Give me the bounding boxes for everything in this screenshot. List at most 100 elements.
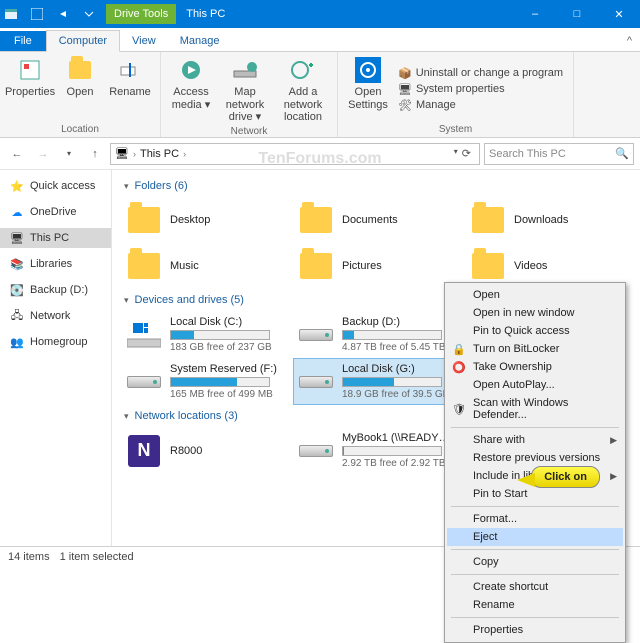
- menu-item-label: Open AutoPlay...: [473, 379, 555, 391]
- folder-tile[interactable]: Documents: [294, 198, 458, 242]
- back-button[interactable]: ←: [6, 143, 28, 165]
- folder-icon: [126, 202, 162, 238]
- drive-tile[interactable]: System Reserved (F:)165 MB free of 499 M…: [122, 359, 286, 404]
- ribbon-group-label: Network: [167, 124, 331, 137]
- properties-icon: [16, 56, 44, 84]
- nav-network[interactable]: 🖧Network: [0, 306, 111, 326]
- tab-view[interactable]: View: [120, 31, 168, 51]
- tab-computer[interactable]: Computer: [46, 30, 120, 52]
- settings-icon: [354, 56, 382, 84]
- menu-separator: [451, 617, 619, 618]
- drive-name: R8000: [170, 445, 202, 457]
- address-box[interactable]: 🖥 › This PC › ▾ ⟳: [110, 143, 480, 165]
- drive-icon: [126, 364, 162, 400]
- nav-onedrive[interactable]: ☁OneDrive: [0, 202, 111, 222]
- menu-item[interactable]: 🔒Turn on BitLocker: [447, 340, 623, 358]
- menu-item[interactable]: Copy: [447, 553, 623, 571]
- menu-separator: [451, 574, 619, 575]
- annotation-callout: Click on: [531, 466, 600, 488]
- refresh-icon[interactable]: ⟳: [462, 147, 471, 160]
- menu-item[interactable]: Format...: [447, 510, 623, 528]
- menu-separator: [451, 506, 619, 507]
- chevron-icon[interactable]: ›: [183, 149, 186, 159]
- nav-quick-access[interactable]: ⭐Quick access: [0, 176, 111, 196]
- menu-item[interactable]: 🛡Scan with Windows Defender...: [447, 394, 623, 424]
- nav-this-pc[interactable]: 🖥This PC: [0, 228, 111, 248]
- nav-backup[interactable]: 💽Backup (D:): [0, 280, 111, 300]
- menu-item-label: Take Ownership: [473, 361, 552, 373]
- folder-name: Documents: [342, 214, 398, 226]
- menu-item[interactable]: Rename: [447, 596, 623, 614]
- title-bar: Drive Tools This PC – □ ✕: [0, 0, 640, 28]
- address-bar: ← → ▾ ↑ 🖥 › This PC › ▾ ⟳ Search This PC…: [0, 138, 640, 170]
- ribbon-open-settings[interactable]: Open Settings: [344, 56, 392, 122]
- folder-icon: [298, 202, 334, 238]
- menu-item[interactable]: ⭕Take Ownership: [447, 358, 623, 376]
- twisty-icon[interactable]: ▾: [124, 181, 129, 192]
- submenu-arrow-icon: ▶: [610, 435, 617, 446]
- close-button[interactable]: ✕: [598, 0, 640, 28]
- nav-homegroup[interactable]: 👥Homegroup: [0, 332, 111, 352]
- chevron-icon[interactable]: ›: [133, 149, 136, 159]
- open-icon: [66, 56, 94, 84]
- search-input[interactable]: Search This PC 🔍: [484, 143, 634, 165]
- ribbon-open[interactable]: Open: [56, 56, 104, 122]
- ribbon-map-drive[interactable]: Map network drive ▾: [217, 56, 273, 124]
- menu-item[interactable]: Open AutoPlay...: [447, 376, 623, 394]
- rename-icon: [116, 56, 144, 84]
- minimize-button[interactable]: –: [514, 0, 556, 28]
- drive-tile[interactable]: Local Disk (G:)18.9 GB free of 39.5 GB: [294, 359, 458, 404]
- status-selection: 1 item selected: [60, 551, 134, 563]
- menu-item[interactable]: Create shortcut: [447, 578, 623, 596]
- drive-icon: [298, 364, 334, 400]
- folder-tile[interactable]: Music: [122, 244, 286, 288]
- drive-tile[interactable]: Backup (D:)4.87 TB free of 5.45 TB: [294, 312, 458, 357]
- qat-dropdown-icon[interactable]: [78, 8, 100, 20]
- add-netloc-icon: [289, 56, 317, 84]
- menu-item[interactable]: Eject: [447, 528, 623, 546]
- twisty-icon[interactable]: ▾: [124, 295, 129, 306]
- collapse-ribbon-icon[interactable]: ^: [619, 31, 640, 51]
- drive-tile[interactable]: MyBook1 (\\READYSHARE) (Y:)2.92 TB free …: [294, 428, 458, 473]
- menu-item-label: Open in new window: [473, 307, 575, 319]
- menu-item[interactable]: Properties: [447, 621, 623, 639]
- ribbon-manage[interactable]: 🛠Manage: [398, 99, 563, 112]
- forward-button[interactable]: →: [32, 143, 54, 165]
- recent-dropdown[interactable]: ▾: [58, 143, 80, 165]
- drive-free: 165 MB free of 499 MB: [170, 389, 277, 400]
- drive-tile[interactable]: Local Disk (C:)183 GB free of 237 GB: [122, 312, 286, 357]
- ribbon-access-media[interactable]: Access media ▾: [167, 56, 215, 124]
- drive-icon: N: [126, 433, 162, 469]
- twisty-icon[interactable]: ▾: [124, 411, 129, 422]
- maximize-button[interactable]: □: [556, 0, 598, 28]
- qat-undo-icon[interactable]: [52, 8, 74, 20]
- ribbon-add-netloc[interactable]: Add a network location: [275, 56, 331, 124]
- lock-icon: 🔒: [451, 341, 467, 357]
- menu-item-label: Copy: [473, 556, 499, 568]
- ribbon-uninstall[interactable]: 📦Uninstall or change a program: [398, 67, 563, 80]
- ribbon-sysprop[interactable]: 🖥System properties: [398, 83, 563, 96]
- tab-file[interactable]: File: [0, 31, 46, 51]
- menu-item[interactable]: Pin to Quick access: [447, 322, 623, 340]
- menu-item[interactable]: Open in new window: [447, 304, 623, 322]
- menu-item[interactable]: Share with▶: [447, 431, 623, 449]
- addr-dropdown-icon[interactable]: ▾: [454, 147, 458, 160]
- folder-tile[interactable]: Downloads: [466, 198, 630, 242]
- up-button[interactable]: ↑: [84, 143, 106, 165]
- folder-name: Videos: [514, 260, 547, 272]
- breadcrumb[interactable]: This PC: [140, 148, 179, 160]
- menu-item[interactable]: Pin to Start: [447, 485, 623, 503]
- group-header-folders[interactable]: ▾Folders (6): [122, 174, 640, 198]
- menu-item[interactable]: Open: [447, 286, 623, 304]
- folder-tile[interactable]: Pictures: [294, 244, 458, 288]
- tab-manage[interactable]: Manage: [168, 31, 232, 51]
- folder-tile[interactable]: Desktop: [122, 198, 286, 242]
- qat-properties-icon[interactable]: [26, 8, 48, 20]
- ribbon-properties[interactable]: Properties: [6, 56, 54, 122]
- drive-tile[interactable]: N R8000: [122, 428, 286, 473]
- menu-item[interactable]: Restore previous versions: [447, 449, 623, 467]
- ribbon-rename[interactable]: Rename: [106, 56, 154, 122]
- map-drive-icon: [231, 56, 259, 84]
- system-menu-icon[interactable]: [0, 7, 22, 21]
- nav-libraries[interactable]: 📚Libraries: [0, 254, 111, 274]
